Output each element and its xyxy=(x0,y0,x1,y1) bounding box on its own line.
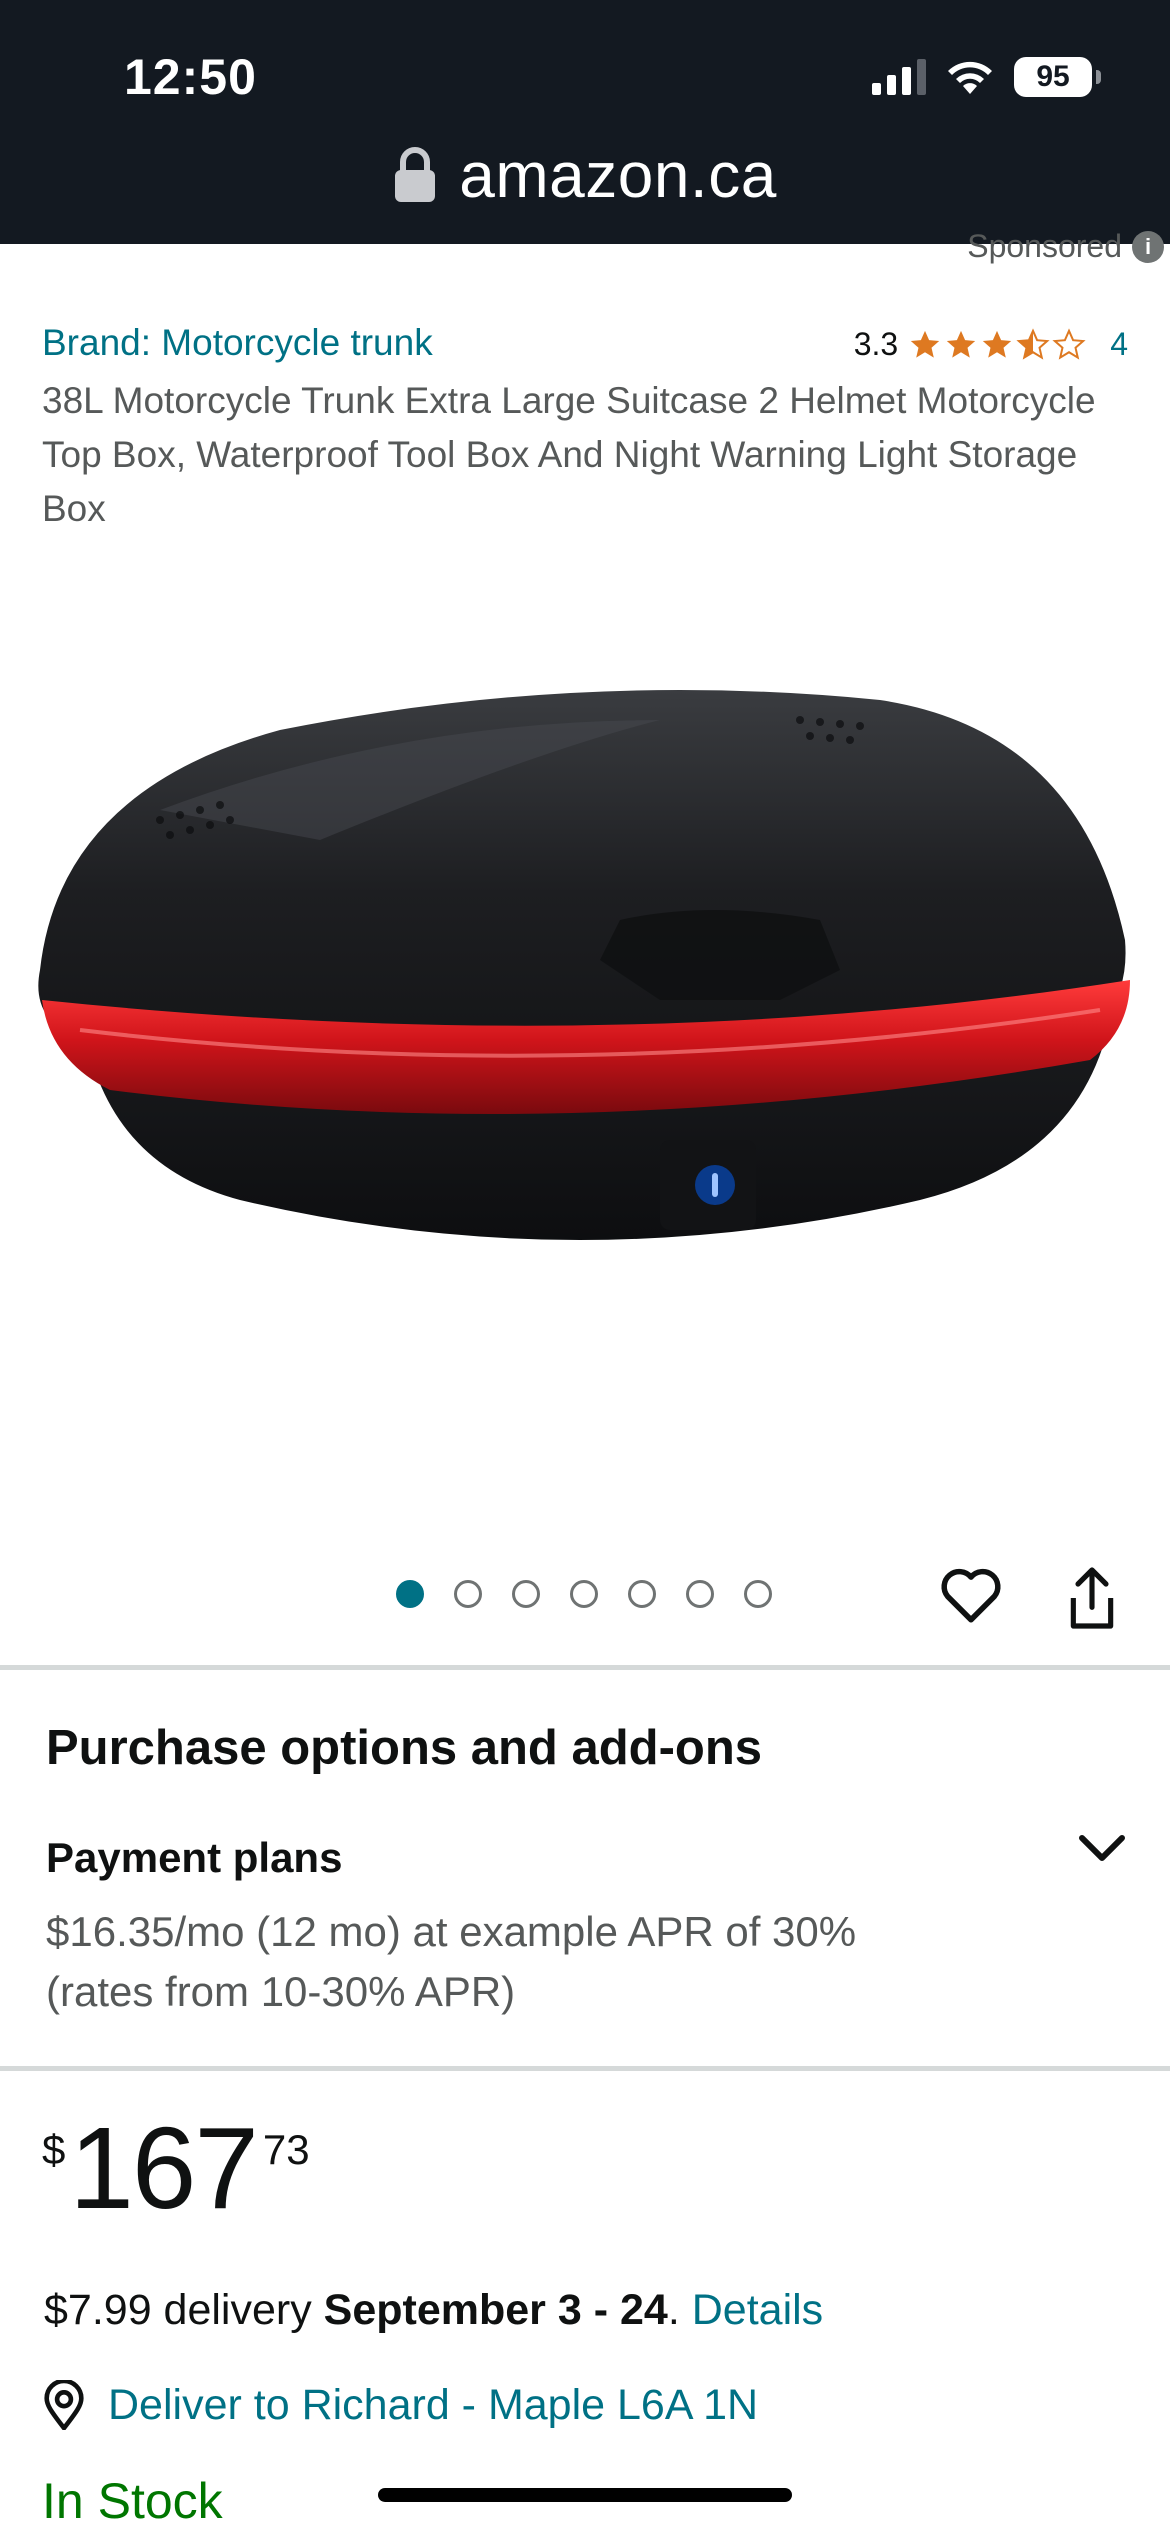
delivery-info: $7.99 delivery September 3 - 24. Details xyxy=(44,2286,823,2335)
star-rating xyxy=(908,327,1086,362)
payment-plans-description: $16.35/mo (12 mo) at example APR of 30% … xyxy=(46,1908,857,2015)
browser-top-bar: 12:50 95 amazon.ca xyxy=(0,0,1170,244)
status-icons: 95 xyxy=(872,52,1101,102)
stock-status: In Stock xyxy=(42,2473,223,2529)
section-divider xyxy=(0,2066,1170,2071)
rating-value: 3.3 xyxy=(853,326,899,362)
star-full-icon xyxy=(911,330,940,358)
payment-plans-label[interactable]: Payment plans xyxy=(46,1834,342,1882)
carousel-dot[interactable] xyxy=(454,1580,482,1608)
section-divider xyxy=(0,1665,1170,1670)
brand-link[interactable]: Brand: Motorcycle trunk xyxy=(42,322,433,364)
heart-icon[interactable] xyxy=(938,1562,1004,1628)
url-text: amazon.ca xyxy=(459,139,777,211)
purchase-options-heading: Purchase options and add-ons xyxy=(46,1721,763,1775)
price-whole: 167 xyxy=(69,2103,259,2233)
url-bar[interactable]: amazon.ca xyxy=(0,130,1170,220)
image-carousel-indicator[interactable] xyxy=(396,1580,772,1608)
product-title: 38L Motorcycle Trunk Extra Large Suitcas… xyxy=(42,380,1096,529)
star-full-icon xyxy=(983,330,1012,358)
deliver-to-location[interactable]: Deliver to Richard - Maple L6A 1N xyxy=(42,2380,758,2430)
home-indicator[interactable] xyxy=(378,2488,792,2502)
delivery-period: . xyxy=(667,2286,692,2334)
price-currency: $ xyxy=(42,2126,66,2173)
sponsored-text: Sponsored xyxy=(967,228,1122,264)
carousel-dot[interactable] xyxy=(628,1580,656,1608)
wifi-icon xyxy=(948,61,992,94)
lock-icon xyxy=(395,147,436,202)
cellular-signal-icon xyxy=(872,59,926,95)
status-time: 12:50 xyxy=(124,49,257,105)
share-icon[interactable] xyxy=(1064,1564,1120,1632)
price: $ 167 73 xyxy=(42,2108,310,2228)
star-full-icon xyxy=(947,330,976,358)
carousel-dot[interactable] xyxy=(396,1580,424,1608)
location-pin-icon xyxy=(44,2380,84,2430)
carousel-dot[interactable] xyxy=(570,1580,598,1608)
info-icon[interactable]: i xyxy=(1132,230,1164,263)
delivery-cost: $7.99 delivery xyxy=(44,2286,324,2334)
battery-icon: 95 xyxy=(1014,57,1101,97)
deliver-to-text: Deliver to Richard - Maple L6A 1N xyxy=(108,2380,759,2429)
carousel-dot[interactable] xyxy=(686,1580,714,1608)
star-half-icon xyxy=(1016,327,1050,360)
delivery-dates: September 3 - 24 xyxy=(323,2286,668,2334)
product-image[interactable] xyxy=(20,640,1150,1400)
carousel-dot[interactable] xyxy=(744,1580,772,1608)
sponsored-label[interactable]: Sponsored i xyxy=(967,228,1164,265)
review-count-link[interactable]: 4 xyxy=(1110,326,1128,363)
rating-summary[interactable]: 3.3 4 xyxy=(854,326,1128,363)
price-fraction: 73 xyxy=(262,2126,310,2173)
delivery-details-link[interactable]: Details xyxy=(692,2286,823,2334)
chevron-down-icon[interactable] xyxy=(1076,1828,1128,1868)
carousel-dot[interactable] xyxy=(512,1580,540,1608)
star-empty-icon xyxy=(1052,327,1086,360)
